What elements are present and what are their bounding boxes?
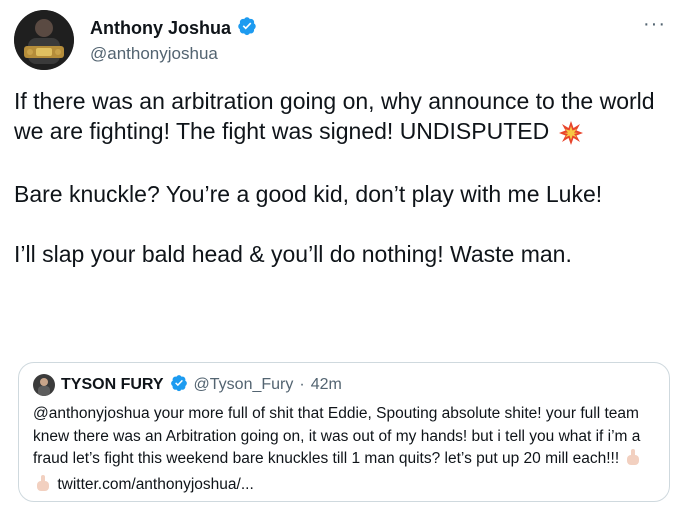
author-handle[interactable]: @anthonyjoshua <box>90 44 257 64</box>
quoted-author-avatar <box>33 374 55 396</box>
author-block[interactable]: Anthony Joshua @anthonyjoshua <box>90 16 257 64</box>
middle-finger-emoji-icon <box>625 448 641 474</box>
quoted-link[interactable]: twitter.com/anthonyjoshua/... <box>57 476 253 493</box>
more-options-icon[interactable]: ··· <box>643 14 666 34</box>
tweet-paragraph-2: Bare knuckle? You’re a good kid, don’t p… <box>14 181 603 207</box>
quoted-verified-badge-icon <box>170 374 188 397</box>
verified-badge-icon <box>237 16 257 41</box>
quoted-tweet-text: @anthonyjoshua your more full of shit th… <box>33 403 655 499</box>
quoted-tweet-header: TYSON FURY @Tyson_Fury · 42m <box>33 373 655 397</box>
middle-finger-emoji-icon <box>35 474 51 500</box>
quoted-author-name: TYSON FURY <box>61 376 164 393</box>
tweet-paragraph-3: I’ll slap your bald head & you’ll do not… <box>14 241 572 267</box>
quoted-separator: · <box>299 376 305 393</box>
author-avatar[interactable] <box>14 10 74 70</box>
tweet-header: Anthony Joshua @anthonyjoshua ··· <box>14 10 674 74</box>
quoted-author-handle: @Tyson_Fury <box>193 376 294 393</box>
quoted-timestamp: 42m <box>310 376 342 393</box>
quoted-tweet[interactable]: TYSON FURY @Tyson_Fury · 42m @anthonyjos… <box>18 362 670 502</box>
tweet-text: If there was an arbitration going on, wh… <box>14 86 678 269</box>
tweet-paragraph-1: If there was an arbitration going on, wh… <box>14 86 678 149</box>
author-name[interactable]: Anthony Joshua <box>90 18 231 39</box>
collision-emoji-icon <box>558 119 584 149</box>
